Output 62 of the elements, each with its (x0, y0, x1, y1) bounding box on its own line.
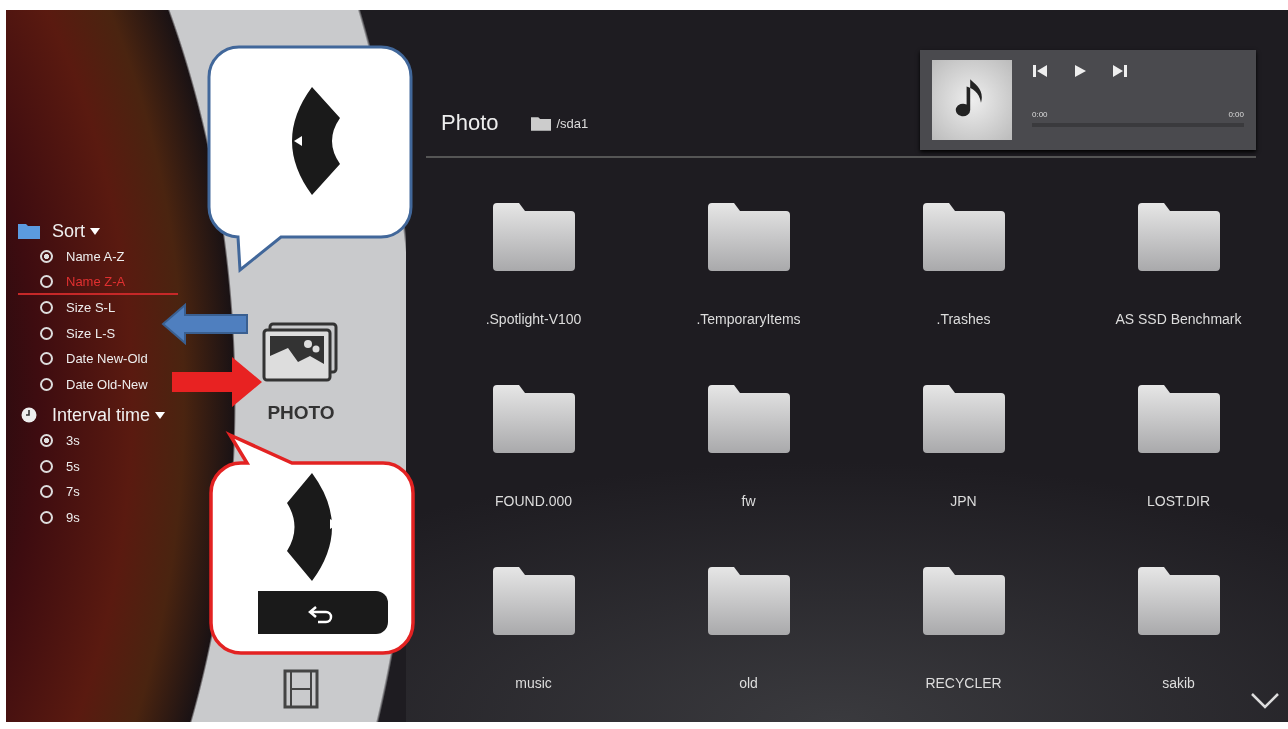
folder-name[interactable]: .TemporaryItems (696, 311, 801, 327)
option-label[interactable]: Date New-Old (66, 351, 148, 367)
option-label[interactable]: 9s (66, 509, 80, 525)
folder-name[interactable]: .Trashes (936, 311, 991, 327)
radio-button[interactable] (40, 274, 53, 288)
total-time: 0:00 (1228, 110, 1244, 119)
folder-icon[interactable] (492, 567, 575, 635)
folder-icon (530, 115, 551, 131)
photo-stack-icon (262, 322, 340, 382)
next-icon[interactable] (1112, 64, 1128, 78)
option-label[interactable]: 3s (66, 433, 80, 449)
folder-name[interactable]: JPN (950, 493, 977, 509)
folder-name[interactable]: AS SSD Benchmark (1115, 311, 1242, 327)
folder-path: /sda1 (556, 115, 589, 131)
elapsed-time: 0:00 (1032, 110, 1048, 119)
folder-icon[interactable] (922, 203, 1005, 271)
folder-name[interactable]: LOST.DIR (1147, 493, 1210, 509)
folder-icon[interactable] (1137, 567, 1220, 635)
play-icon[interactable] (1072, 64, 1088, 78)
film-strip-icon (283, 669, 319, 709)
folder-name[interactable]: FOUND.000 (495, 493, 572, 509)
chevron-down-icon[interactable] (1250, 692, 1280, 710)
folder-icon[interactable] (1137, 203, 1220, 271)
folder-name[interactable]: old (739, 675, 758, 691)
option-label[interactable]: Date Old-New (66, 376, 148, 392)
option-label[interactable]: 7s (66, 484, 80, 500)
folder-icon[interactable] (707, 567, 790, 635)
option-label[interactable]: 5s (66, 458, 80, 474)
option-label[interactable]: Name A-Z (66, 249, 125, 265)
folder-icon[interactable] (492, 385, 575, 453)
folder-icon[interactable] (922, 567, 1005, 635)
folder-name[interactable]: sakib (1162, 675, 1195, 691)
folder-icon[interactable] (492, 203, 575, 271)
menu-heading[interactable]: Sort (52, 220, 85, 242)
radio-button[interactable] (40, 250, 53, 264)
folder-icon[interactable] (1137, 385, 1220, 453)
page-title: Photo (441, 110, 499, 136)
radio-button[interactable] (40, 485, 53, 499)
caret-icon (90, 227, 100, 235)
folder-name[interactable]: fw (741, 493, 756, 509)
radio-button[interactable] (40, 326, 53, 340)
radio-button[interactable] (40, 510, 53, 524)
folder-name[interactable]: .Spotlight-V100 (485, 311, 582, 327)
option-label[interactable]: Size L-S (66, 325, 116, 341)
previous-icon[interactable] (1032, 64, 1048, 78)
folder-icon[interactable] (922, 385, 1005, 453)
folder-icon[interactable] (707, 385, 790, 453)
radio-button[interactable] (40, 434, 53, 448)
radio-button[interactable] (40, 459, 53, 473)
dpad-left-icon (292, 87, 340, 195)
radio-button[interactable] (40, 377, 53, 391)
folder-name[interactable]: RECYCLER (925, 675, 1002, 691)
option-label[interactable]: Size S-L (66, 300, 116, 316)
folder-icon (18, 223, 40, 239)
folder-name[interactable]: music (515, 675, 552, 691)
back-key-icon (258, 591, 388, 634)
caret-icon (155, 411, 166, 419)
folder-icon[interactable] (707, 203, 790, 271)
radio-button[interactable] (40, 352, 53, 366)
menu-heading[interactable]: Interval time (52, 404, 151, 426)
radio-button[interactable] (40, 301, 53, 315)
photo-label[interactable]: PHOTO (267, 402, 335, 424)
